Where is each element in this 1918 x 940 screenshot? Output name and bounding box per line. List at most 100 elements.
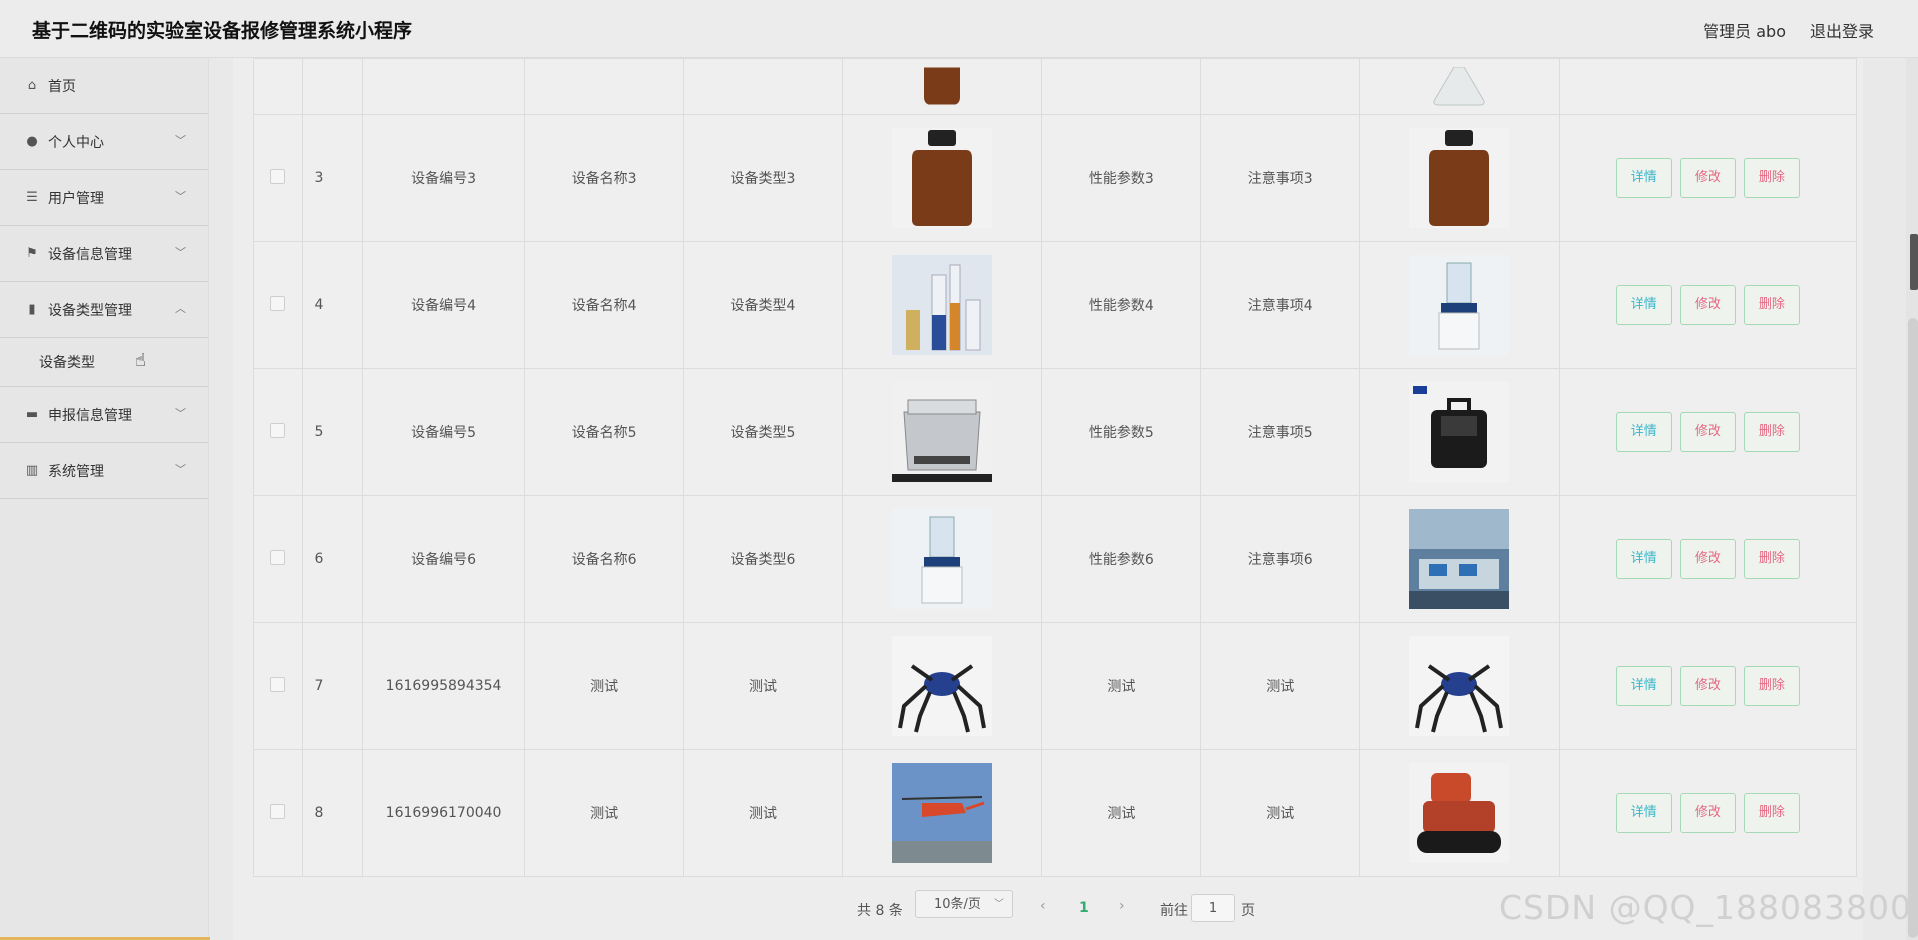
vertical-scrollbar[interactable] bbox=[1906, 58, 1918, 940]
table-row: 3 设备编号3 设备名称3 设备类型3 性能参数3 注意事项3 详情 修改 删除 bbox=[253, 114, 1858, 242]
home-icon: ⌂ bbox=[27, 78, 37, 93]
row-checkbox[interactable] bbox=[270, 676, 286, 692]
row-checkbox[interactable] bbox=[270, 549, 286, 565]
detail-button[interactable]: 详情 bbox=[1615, 158, 1672, 198]
device-notes: 测试 bbox=[1200, 622, 1361, 750]
device-code: 设备编号5 bbox=[361, 368, 526, 496]
device-notes: 注意事项6 bbox=[1200, 495, 1361, 623]
device-name: 设备名称5 bbox=[524, 368, 685, 496]
edit-button[interactable]: 修改 bbox=[1679, 412, 1736, 452]
detail-button[interactable]: 详情 bbox=[1615, 666, 1672, 706]
edit-button[interactable]: 修改 bbox=[1679, 539, 1736, 579]
delete-button[interactable]: 删除 bbox=[1743, 412, 1800, 452]
sidebar-item-system[interactable]: ▥ 系统管理 ﹀ bbox=[0, 443, 208, 499]
device-name: 测试 bbox=[524, 622, 685, 750]
device-image bbox=[892, 636, 993, 736]
delete-button[interactable]: 删除 bbox=[1743, 666, 1800, 706]
delete-button[interactable]: 删除 bbox=[1743, 158, 1800, 198]
chevron-down-icon: ﹀ bbox=[175, 134, 186, 147]
device-code: 设备编号3 bbox=[361, 114, 526, 242]
table-row: 8 1616996170040 测试 测试 测试 测试 详情 修改 删除 bbox=[253, 749, 1858, 877]
sidebar-item-label: 设备信息管理 bbox=[48, 246, 132, 263]
scroll-thumb[interactable] bbox=[1908, 318, 1918, 938]
detail-button[interactable]: 详情 bbox=[1615, 285, 1672, 325]
logout-button[interactable]: 退出登录 bbox=[1810, 18, 1874, 42]
device-image bbox=[892, 255, 993, 355]
top-header: 基于二维码的实验室设备报修管理系统小程序 管理员 abo 退出登录 bbox=[0, 0, 1918, 58]
chart-icon: ▥ bbox=[25, 463, 39, 478]
chevron-down-icon: ﹀ bbox=[175, 190, 186, 203]
doc-icon: ▬ bbox=[25, 407, 39, 422]
prev-page-icon[interactable]: ‹ bbox=[1040, 898, 1046, 914]
device-image bbox=[1409, 255, 1510, 355]
device-type: 测试 bbox=[683, 622, 843, 750]
goto-page-input[interactable]: 1 bbox=[1191, 894, 1235, 922]
sidebar-item-users[interactable]: ☰ 用户管理 ﹀ bbox=[0, 170, 208, 226]
chevron-down-icon: ﹀ bbox=[175, 407, 186, 420]
row-checkbox[interactable] bbox=[270, 422, 286, 438]
device-code: 设备编号4 bbox=[361, 241, 526, 369]
device-performance: 性能参数6 bbox=[1041, 495, 1202, 623]
row-index: 4 bbox=[301, 241, 363, 369]
row-index: 5 bbox=[301, 368, 363, 496]
device-performance: 性能参数3 bbox=[1041, 114, 1202, 242]
device-name: 测试 bbox=[524, 749, 685, 877]
row-index: 6 bbox=[301, 495, 363, 623]
row-checkbox[interactable] bbox=[270, 803, 286, 819]
device-image bbox=[892, 509, 993, 609]
sidebar-item-label: 设备类型管理 bbox=[48, 302, 132, 319]
sidebar-item-label: 个人中心 bbox=[48, 134, 104, 151]
page-unit-label: 页 bbox=[1241, 903, 1255, 919]
edit-button[interactable]: 修改 bbox=[1679, 285, 1736, 325]
device-type: 设备类型3 bbox=[683, 114, 843, 242]
device-code: 1616995894354 bbox=[361, 622, 526, 750]
header-right: 管理员 abo 退出登录 bbox=[1703, 18, 1874, 42]
delete-button[interactable]: 删除 bbox=[1743, 285, 1800, 325]
row-checkbox[interactable] bbox=[270, 295, 286, 311]
detail-button[interactable]: 详情 bbox=[1615, 793, 1672, 833]
table-row: 6 设备编号6 设备名称6 设备类型6 性能参数6 注意事项6 详情 修改 删除 bbox=[253, 495, 1858, 623]
device-image bbox=[1409, 382, 1510, 482]
chevron-down-icon: ﹀ bbox=[175, 463, 186, 476]
device-code: 1616996170040 bbox=[361, 749, 526, 877]
detail-button[interactable]: 详情 bbox=[1615, 412, 1672, 452]
current-user: 管理员 abo bbox=[1703, 22, 1786, 41]
sidebar-subitem-device-type[interactable]: 设备类型 ☝ bbox=[0, 338, 208, 387]
next-page-icon[interactable]: › bbox=[1119, 898, 1125, 914]
table-row: 7 1616995894354 测试 测试 测试 测试 详情 修改 删除 bbox=[253, 622, 1858, 750]
device-image bbox=[1409, 509, 1510, 609]
total-count: 共 8 条 bbox=[857, 903, 903, 919]
sidebar-item-device-type-mgmt[interactable]: ▮ 设备类型管理 ︿ bbox=[0, 282, 208, 338]
row-index: 3 bbox=[301, 114, 363, 242]
delete-button[interactable]: 删除 bbox=[1743, 793, 1800, 833]
edit-button[interactable]: 修改 bbox=[1679, 666, 1736, 706]
edit-button[interactable]: 修改 bbox=[1679, 158, 1736, 198]
chevron-up-icon: ︿ bbox=[175, 302, 186, 315]
sidebar-item-device-info[interactable]: ⚑ 设备信息管理 ﹀ bbox=[0, 226, 208, 282]
sidebar: ⌂ 首页 ● 个人中心 ﹀ ☰ 用户管理 ﹀ ⚑ 设备信息管理 ﹀ ▮ 设备类型… bbox=[0, 58, 209, 940]
page-number[interactable]: 1 bbox=[1079, 900, 1089, 916]
row-checkbox[interactable] bbox=[270, 168, 286, 184]
device-performance: 性能参数4 bbox=[1041, 241, 1202, 369]
hand-cursor-icon: ☝ bbox=[135, 350, 146, 371]
sidebar-item-label: 用户管理 bbox=[48, 190, 104, 207]
sidebar-item-report-info[interactable]: ▬ 申报信息管理 ﹀ bbox=[0, 387, 208, 443]
sidebar-item-label: 系统管理 bbox=[48, 463, 104, 480]
edit-button[interactable]: 修改 bbox=[1679, 793, 1736, 833]
page-size-select[interactable]: 10条/页 ﹀ bbox=[915, 890, 1013, 918]
sidebar-item-personal[interactable]: ● 个人中心 ﹀ bbox=[0, 114, 208, 170]
device-image bbox=[1409, 636, 1510, 736]
tag-icon: ▮ bbox=[28, 302, 36, 317]
detail-button[interactable]: 详情 bbox=[1615, 539, 1672, 579]
list-icon: ☰ bbox=[26, 190, 38, 205]
scroll-indicator bbox=[1910, 234, 1918, 290]
sidebar-item-label: 首页 bbox=[48, 78, 76, 95]
device-image bbox=[892, 66, 992, 107]
device-type: 设备类型5 bbox=[683, 368, 843, 496]
device-notes: 注意事项5 bbox=[1200, 368, 1361, 496]
device-notes: 注意事项3 bbox=[1200, 114, 1361, 242]
device-image bbox=[892, 763, 993, 863]
sidebar-item-home[interactable]: ⌂ 首页 bbox=[0, 58, 208, 114]
delete-button[interactable]: 删除 bbox=[1743, 539, 1800, 579]
device-performance: 测试 bbox=[1041, 622, 1202, 750]
